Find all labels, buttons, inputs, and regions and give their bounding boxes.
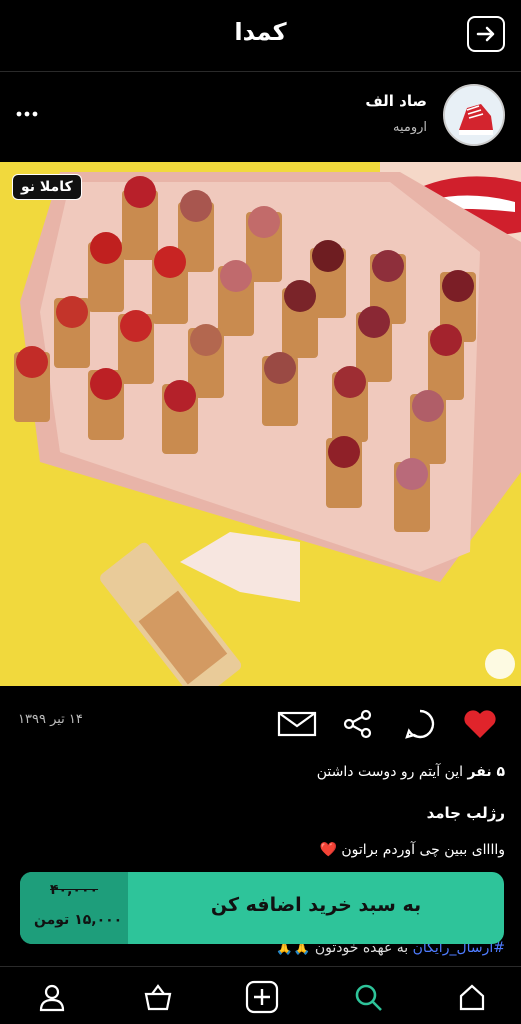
old-price: ۴۰,۰۰۰ bbox=[50, 882, 99, 898]
product-photo[interactable]: کاملا نو bbox=[0, 162, 521, 686]
heart-icon bbox=[464, 710, 496, 738]
nav-search[interactable] bbox=[348, 977, 388, 1017]
product-title: رژلب جامد bbox=[426, 804, 505, 822]
share-icon bbox=[343, 709, 372, 739]
message-button[interactable] bbox=[276, 706, 318, 742]
lipstick-box-image bbox=[0, 162, 521, 686]
basket-icon bbox=[144, 984, 172, 1011]
home-icon bbox=[459, 984, 485, 1011]
nav-home[interactable] bbox=[452, 977, 492, 1017]
post-date: ۱۴ تیر ۱۳۹۹ bbox=[18, 712, 83, 727]
back-button[interactable] bbox=[467, 16, 505, 52]
condition-badge: کاملا نو bbox=[12, 174, 82, 200]
new-price: ۱۵,۰۰۰ تومن bbox=[34, 912, 123, 928]
price-box: ۴۰,۰۰۰ ۱۵,۰۰۰ تومن bbox=[20, 872, 128, 944]
search-icon bbox=[355, 984, 382, 1011]
like-button[interactable] bbox=[462, 706, 498, 742]
bottom-nav bbox=[0, 966, 521, 1024]
seller-city: ارومیه bbox=[392, 120, 427, 135]
profile-icon bbox=[39, 984, 65, 1012]
likes-count: ۵ نفر bbox=[467, 764, 505, 780]
avatar[interactable] bbox=[443, 84, 505, 146]
mail-icon bbox=[277, 711, 317, 737]
seller-row: صاد الف ارومیه bbox=[0, 84, 521, 150]
likes-text: این آیتم رو دوست داشتن bbox=[316, 764, 464, 780]
add-icon bbox=[245, 980, 279, 1014]
add-to-cart-label: به سبد خرید اضافه کن bbox=[210, 894, 422, 916]
back-icon bbox=[476, 26, 495, 42]
nav-profile[interactable] bbox=[32, 977, 72, 1017]
comment-icon bbox=[405, 709, 435, 739]
share-button[interactable] bbox=[340, 706, 376, 742]
description-line-1: واااای ببین چی آوردم براتون ❤️ bbox=[319, 842, 505, 858]
add-to-cart-button[interactable]: ۴۰,۰۰۰ ۱۵,۰۰۰ تومن به سبد خرید اضافه کن bbox=[20, 872, 504, 944]
seller-name[interactable]: صاد الف bbox=[365, 92, 427, 110]
nav-basket[interactable] bbox=[138, 977, 178, 1017]
more-button[interactable] bbox=[16, 106, 38, 117]
nav-add[interactable] bbox=[242, 977, 282, 1017]
post-actions: ۱۴ تیر ۱۳۹۹ bbox=[0, 700, 521, 748]
more-icon bbox=[16, 111, 38, 117]
app-title: کمدا bbox=[234, 18, 287, 46]
app-header: کمدا bbox=[0, 0, 521, 72]
likes-summary[interactable]: ۵ نفر این آیتم رو دوست داشتن bbox=[317, 764, 505, 780]
comment-button[interactable] bbox=[402, 706, 438, 742]
